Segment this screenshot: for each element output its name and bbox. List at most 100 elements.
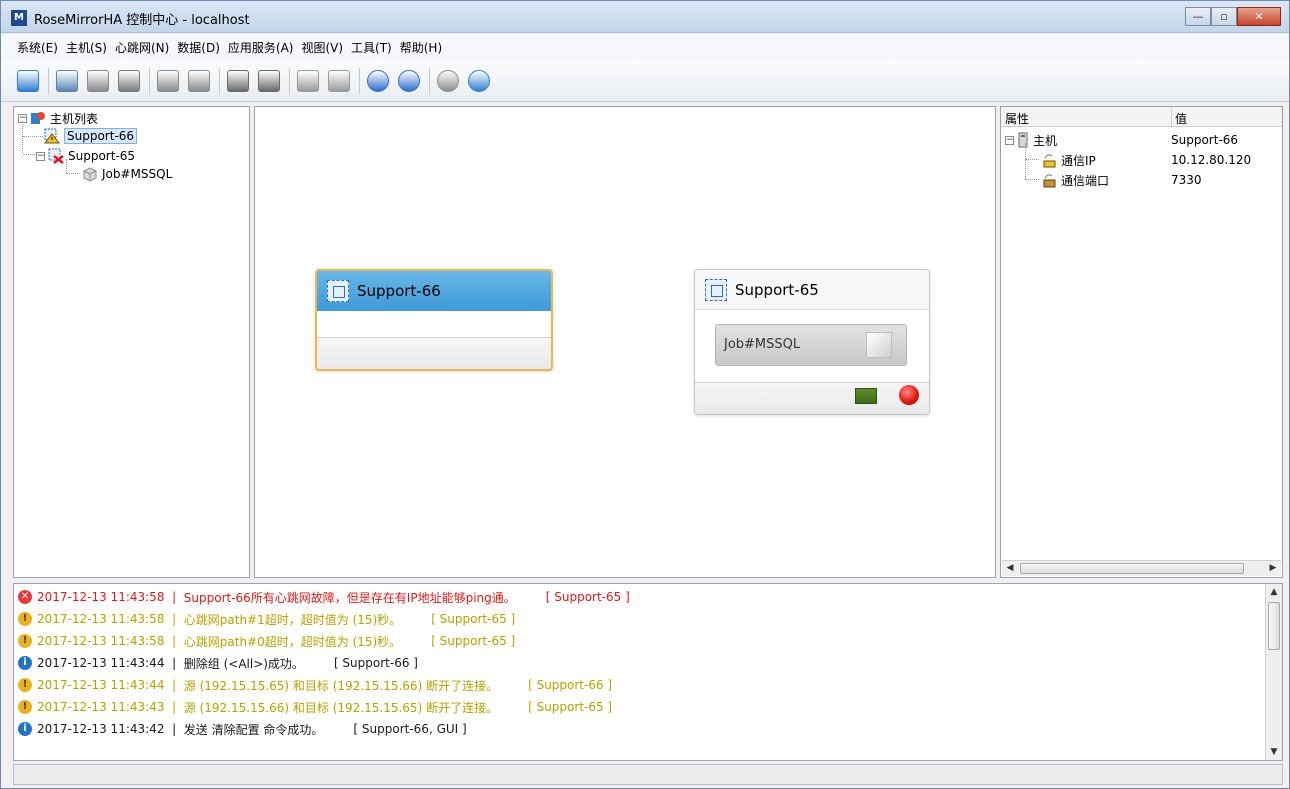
log-source: [ Support-66 ]	[528, 678, 613, 692]
server-icon	[1017, 132, 1029, 148]
scroll-right-icon[interactable]: ▶	[1265, 561, 1281, 576]
gear-box-button[interactable]	[116, 68, 142, 94]
network-clock-button[interactable]	[396, 68, 422, 94]
collapse-icon[interactable]: −	[1005, 135, 1014, 145]
properties-header: 属性 值	[1001, 107, 1282, 127]
import-icon	[328, 69, 350, 92]
topology-canvas[interactable]: Support-66 Support-65 Job#MSSQL	[254, 106, 996, 578]
scroll-up-icon[interactable]: ▲	[1266, 584, 1282, 600]
network-button[interactable]	[365, 68, 391, 94]
window-controls: — ▫ ✕	[1185, 7, 1281, 27]
tree-host-label: Support-66	[64, 128, 138, 144]
tree-job-mssql[interactable]: Job#MSSQL	[82, 165, 172, 183]
job-label: Job#MSSQL	[724, 337, 801, 352]
close-button[interactable]: ✕	[1237, 7, 1281, 26]
host-error-icon	[48, 148, 64, 164]
refresh-button[interactable]	[435, 68, 461, 94]
title-bar: M RoseMirrorHA 控制中心 - localhost — ▫ ✕	[1, 1, 1289, 33]
node-support-66[interactable]: Support-66	[315, 269, 553, 371]
value-column-header[interactable]: 值	[1175, 110, 1187, 127]
tree-connector	[1025, 179, 1039, 180]
help-button[interactable]	[466, 68, 492, 94]
scroll-thumb[interactable]	[1268, 602, 1280, 650]
prop-value: 7330	[1171, 173, 1202, 187]
node-body	[317, 311, 551, 337]
tree-host-support-66[interactable]: Support-66	[43, 127, 138, 145]
status-bar	[13, 764, 1283, 785]
horizontal-scrollbar[interactable]: ◀ ▶	[1002, 560, 1281, 576]
tree-connector	[1025, 143, 1026, 179]
network-card-icon	[855, 388, 877, 404]
job-cube-icon	[82, 166, 98, 182]
monitor-arrow-icon	[258, 69, 280, 92]
prop-row-port[interactable]: 通信端口	[1041, 171, 1109, 189]
prop-label: 通信IP	[1061, 153, 1096, 168]
import-button[interactable]	[326, 68, 352, 94]
toolbar-separator	[359, 67, 360, 94]
vertical-scrollbar[interactable]: ▲ ▼	[1265, 584, 1282, 760]
log-row[interactable]: i 2017-12-13 11:43:42 | 发送 清除配置 命令成功。 [ Su…	[18, 718, 467, 740]
log-separator: |	[164, 678, 184, 692]
prop-row-host[interactable]: − 主机	[1005, 131, 1057, 149]
node-support-65[interactable]: Support-65 Job#MSSQL	[694, 269, 930, 415]
tree-connector	[23, 154, 37, 155]
menu-bar: 系统(E) 主机(S) 心跳网(N) 数据(D) 应用服务(A) 视图(V) 工…	[1, 34, 1289, 60]
box-add-icon	[157, 69, 179, 92]
warn-icon: !	[18, 678, 32, 692]
box-button[interactable]	[85, 68, 111, 94]
menu-heartbeat[interactable]: 心跳网(N)	[111, 39, 173, 56]
warn-icon: !	[18, 612, 32, 626]
column-divider[interactable]	[1171, 107, 1172, 127]
log-source: [ Support-66 ]	[333, 656, 418, 670]
log-row[interactable]: ! 2017-12-13 11:43:43 | 源 (192.15.15.66) …	[18, 696, 612, 718]
key-button[interactable]	[15, 68, 41, 94]
log-row[interactable]: ✕ 2017-12-13 11:43:58 | Support-66所有心跳网故障…	[18, 586, 630, 608]
scroll-down-icon[interactable]: ▼	[1266, 744, 1282, 760]
menu-help[interactable]: 帮助(H)	[396, 39, 446, 56]
toolbar-separator	[149, 67, 150, 94]
box-add-button[interactable]	[155, 68, 181, 94]
prop-value: 10.12.80.120	[1171, 153, 1252, 167]
log-separator: |	[164, 590, 184, 604]
box-remove-button[interactable]	[186, 68, 212, 94]
menu-tools[interactable]: 工具(T)	[347, 39, 396, 56]
tree-connector	[1025, 159, 1039, 160]
info-icon: i	[18, 722, 32, 736]
job-block-mssql[interactable]: Job#MSSQL	[715, 324, 907, 366]
tree-root[interactable]: − 主机列表	[18, 109, 98, 127]
prop-row-ip[interactable]: 通信IP	[1041, 151, 1096, 169]
tree-host-support-65[interactable]: − Support-65	[36, 147, 135, 165]
log-row[interactable]: i 2017-12-13 11:43:44 | 删除组 (<All>)成功。 [ S…	[18, 652, 418, 674]
log-message: 发送 清除配置 命令成功。	[183, 722, 324, 737]
log-separator: |	[164, 612, 184, 626]
log-message: 源 (192.15.15.65) 和目标 (192.15.15.66) 断开了连…	[183, 678, 499, 693]
scroll-left-icon[interactable]: ◀	[1002, 561, 1018, 576]
log-message: 删除组 (<All>)成功。	[183, 656, 304, 671]
menu-host[interactable]: 主机(S)	[62, 39, 111, 56]
log-row[interactable]: ! 2017-12-13 11:43:58 | 心跳网path#0超时，超时值为 …	[18, 630, 515, 652]
menu-app-service[interactable]: 应用服务(A)	[224, 39, 298, 56]
maximize-button[interactable]: ▫	[1211, 7, 1237, 26]
warn-icon: !	[18, 700, 32, 714]
monitor-button[interactable]	[225, 68, 251, 94]
log-source: [ Support-65 ]	[431, 634, 516, 648]
log-time: 2017-12-13 11:43:58	[37, 612, 165, 626]
window-title: RoseMirrorHA 控制中心 - localhost	[34, 13, 250, 28]
scroll-thumb[interactable]	[1020, 563, 1244, 574]
host-screen-button[interactable]	[54, 68, 80, 94]
menu-system[interactable]: 系统(E)	[13, 39, 62, 56]
monitor-arrow-button[interactable]	[256, 68, 282, 94]
menu-view[interactable]: 视图(V)	[297, 39, 347, 56]
node-title: Support-66	[357, 282, 441, 300]
minimize-button[interactable]: —	[1185, 7, 1211, 26]
log-row[interactable]: ! 2017-12-13 11:43:44 | 源 (192.15.15.65) …	[18, 674, 612, 696]
collapse-icon[interactable]: −	[36, 151, 45, 161]
box-icon	[87, 69, 109, 92]
export-button[interactable]	[295, 68, 321, 94]
attr-column-header[interactable]: 属性	[1005, 110, 1029, 127]
menu-data[interactable]: 数据(D)	[173, 39, 224, 56]
log-time: 2017-12-13 11:43:58	[37, 634, 165, 648]
ip-icon	[1041, 152, 1057, 168]
log-row[interactable]: ! 2017-12-13 11:43:58 | 心跳网path#1超时，超时值为 …	[18, 608, 515, 630]
log-separator: |	[164, 656, 184, 670]
